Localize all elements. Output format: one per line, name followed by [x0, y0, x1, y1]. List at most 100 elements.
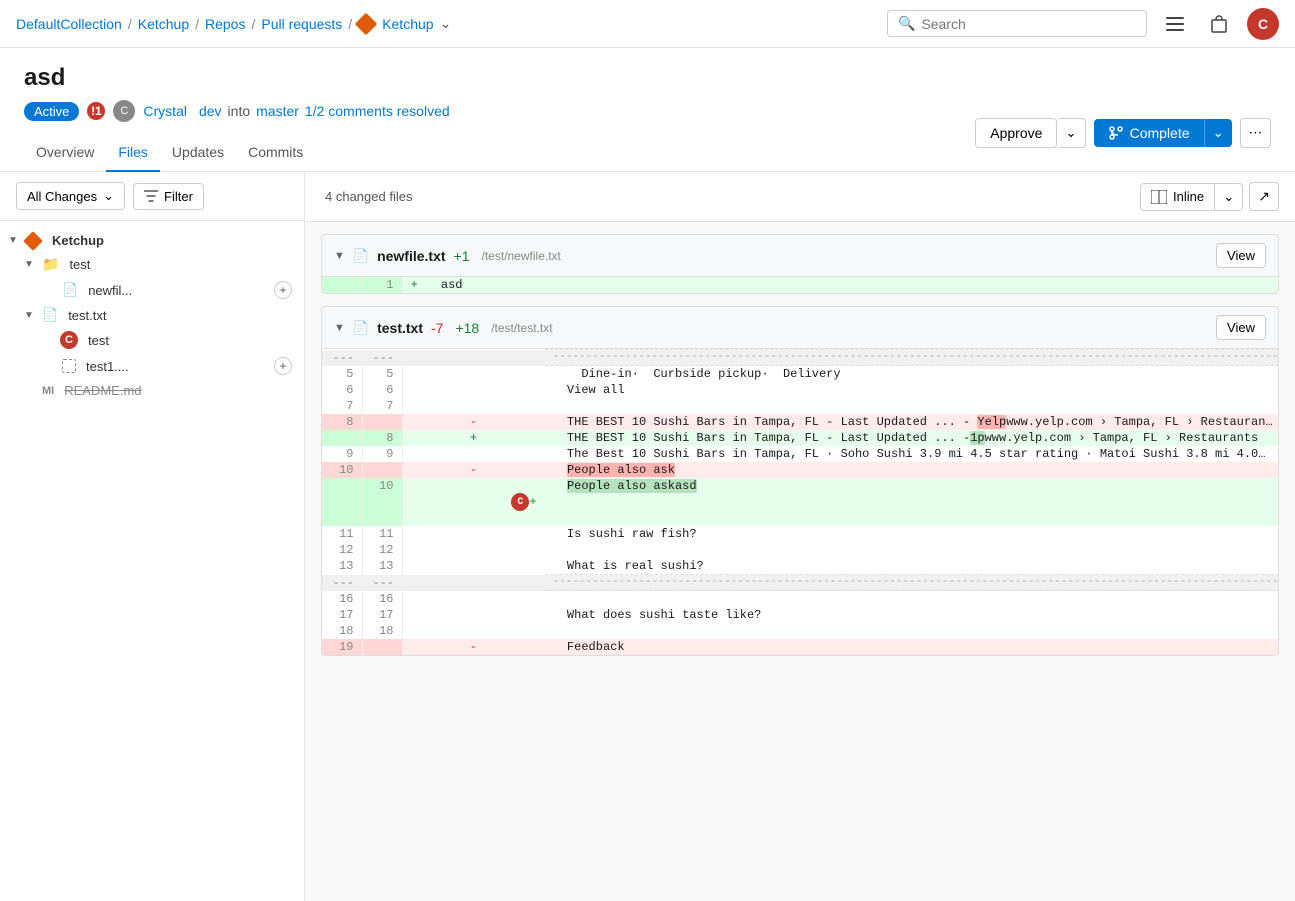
sep1: /: [128, 16, 132, 32]
file-tree: ▼ Ketchup ▼ 📁 test ▼ 📄 newfil... + ▼ 📄: [0, 221, 304, 410]
line-num-right: [362, 414, 402, 430]
line-content: View all: [545, 382, 1279, 398]
target-branch-link[interactable]: master: [256, 103, 299, 119]
avatar[interactable]: C: [1247, 8, 1279, 40]
line-num-right: 16: [362, 591, 402, 607]
expand-button[interactable]: ↗: [1249, 182, 1279, 211]
tree-file-label: test.txt: [68, 308, 106, 323]
breadcrumb-ketchup[interactable]: Ketchup: [138, 16, 189, 32]
table-row: 5 5 Dine-in· Curbside pickup· Delivery: [322, 366, 1279, 383]
file-header-newfile: ▼ 📄 newfile.txt +1 /test/newfile.txt Vie…: [322, 235, 1278, 277]
highlight: 1p: [970, 431, 984, 445]
file-name: test.txt: [377, 320, 423, 336]
table-row: 11 11 Is sushi raw fish?: [322, 526, 1279, 542]
tab-overview[interactable]: Overview: [24, 134, 106, 172]
diff-view-toolbar: 4 changed files Inline ⌄ ↗: [305, 172, 1295, 222]
line-num-left: ---: [322, 575, 362, 591]
line-num-left: [322, 277, 362, 293]
approve-dropdown-button[interactable]: ⌄: [1057, 118, 1085, 148]
diff-sign: [402, 623, 545, 639]
line-num-left: [322, 430, 362, 446]
tree-comment-test[interactable]: C test: [0, 327, 304, 353]
line-num-right: [362, 462, 402, 478]
tree-file-test1[interactable]: ▼ test1.... +: [0, 353, 304, 379]
line-num-right: ---: [362, 350, 402, 366]
collapse-icon[interactable]: ▼: [334, 250, 345, 262]
table-row: 16 16: [322, 591, 1279, 607]
diff-table-newfile: 1 + asd: [322, 277, 1278, 293]
view-file-button[interactable]: View: [1216, 315, 1266, 340]
line-num-right: 11: [362, 526, 402, 542]
all-changes-button[interactable]: All Changes ⌄: [16, 182, 125, 210]
file-header-testtxt: ▼ 📄 test.txt -7 +18 /test/test.txt View: [322, 307, 1278, 349]
tab-updates[interactable]: Updates: [160, 134, 236, 172]
view-dropdown-button[interactable]: ⌄: [1215, 183, 1243, 211]
complete-dropdown-button[interactable]: ⌄: [1204, 119, 1232, 147]
line-content: What is real sushi?: [545, 558, 1279, 575]
search-box[interactable]: 🔍: [887, 10, 1147, 37]
changed-files-label: 4 changed files: [325, 189, 412, 204]
bag-icon[interactable]: [1203, 8, 1235, 40]
line-num-right: 13: [362, 558, 402, 575]
complete-group: Complete ⌄: [1094, 119, 1232, 147]
breadcrumb-defaultcollection[interactable]: DefaultCollection: [16, 16, 122, 32]
tree-folder-label: test: [69, 257, 90, 272]
diff-sign: -: [402, 414, 545, 430]
inline-view-button[interactable]: Inline: [1140, 183, 1215, 211]
add-comment-button[interactable]: +: [274, 357, 292, 375]
author-avatar: C: [113, 100, 135, 122]
list-icon[interactable]: [1159, 8, 1191, 40]
tab-files[interactable]: Files: [106, 134, 160, 172]
approve-button[interactable]: Approve: [975, 118, 1057, 148]
line-num-right: 12: [362, 542, 402, 558]
line-content: People also ask: [545, 462, 1279, 478]
tree-file-testtxt[interactable]: ▼ 📄 test.txt: [0, 303, 304, 327]
add-comment-button[interactable]: +: [274, 281, 292, 299]
folder-icon: 📁: [42, 256, 59, 273]
table-row: 13 13 What is real sushi?: [322, 558, 1279, 575]
source-branch-link[interactable]: dev: [199, 103, 222, 119]
chevron-down-icon: ▼: [24, 259, 36, 270]
repo-icon: [355, 12, 378, 35]
repo-icon: [23, 231, 43, 251]
file-icon: 📄: [353, 248, 369, 264]
search-input[interactable]: [921, 16, 1136, 32]
filter-button[interactable]: Filter: [133, 183, 204, 210]
line-num-right: 18: [362, 623, 402, 639]
diff-area: 4 changed files Inline ⌄ ↗ ▼ 📄 newfile.t…: [305, 172, 1295, 901]
line-num-left: 11: [322, 526, 362, 542]
view-file-button[interactable]: View: [1216, 243, 1266, 268]
comments-resolved: 1/2 comments resolved: [305, 103, 450, 119]
table-row: 1 + asd: [322, 277, 1278, 293]
collapse-icon[interactable]: ▼: [334, 322, 345, 334]
table-row: --- --- --------------------------------…: [322, 575, 1279, 591]
search-icon: 🔍: [898, 15, 915, 32]
author-link[interactable]: Crystal: [143, 103, 187, 119]
inline-view-group: Inline ⌄: [1140, 183, 1243, 211]
tree-repo-ketchup[interactable]: ▼ Ketchup: [0, 229, 304, 252]
tree-file-readme[interactable]: ▼ MI README.md: [0, 379, 304, 402]
line-num-left: ---: [322, 350, 362, 366]
more-options-button[interactable]: ⋯: [1240, 118, 1271, 148]
tree-file-type-label: MI: [42, 385, 54, 397]
sep4: /: [348, 16, 352, 32]
line-num-right: [362, 639, 402, 655]
complete-button[interactable]: Complete: [1094, 119, 1204, 147]
breadcrumb-ketchup-repo[interactable]: Ketchup: [382, 16, 433, 32]
approve-group: Approve ⌄: [975, 118, 1085, 148]
file-deletions: -7: [431, 320, 443, 336]
file-diff-testtxt: ▼ 📄 test.txt -7 +18 /test/test.txt View …: [321, 306, 1279, 656]
chevron-down-icon[interactable]: ⌄: [440, 15, 452, 32]
tab-commits[interactable]: Commits: [236, 134, 315, 172]
tree-folder-test[interactable]: ▼ 📁 test: [0, 252, 304, 277]
breadcrumb-repos[interactable]: Repos: [205, 16, 245, 32]
file-additions: +18: [455, 320, 479, 336]
line-num-left: 17: [322, 607, 362, 623]
table-row: 19 - Feedback: [322, 639, 1279, 655]
tree-file-newfile[interactable]: ▼ 📄 newfil... +: [0, 277, 304, 303]
tree-comment-label: test: [88, 333, 109, 348]
highlight: People also askasd: [567, 479, 697, 493]
line-num-left: 9: [322, 446, 362, 462]
breadcrumb-pullrequests[interactable]: Pull requests: [261, 16, 342, 32]
chevron-down-icon: ▼: [8, 235, 20, 246]
